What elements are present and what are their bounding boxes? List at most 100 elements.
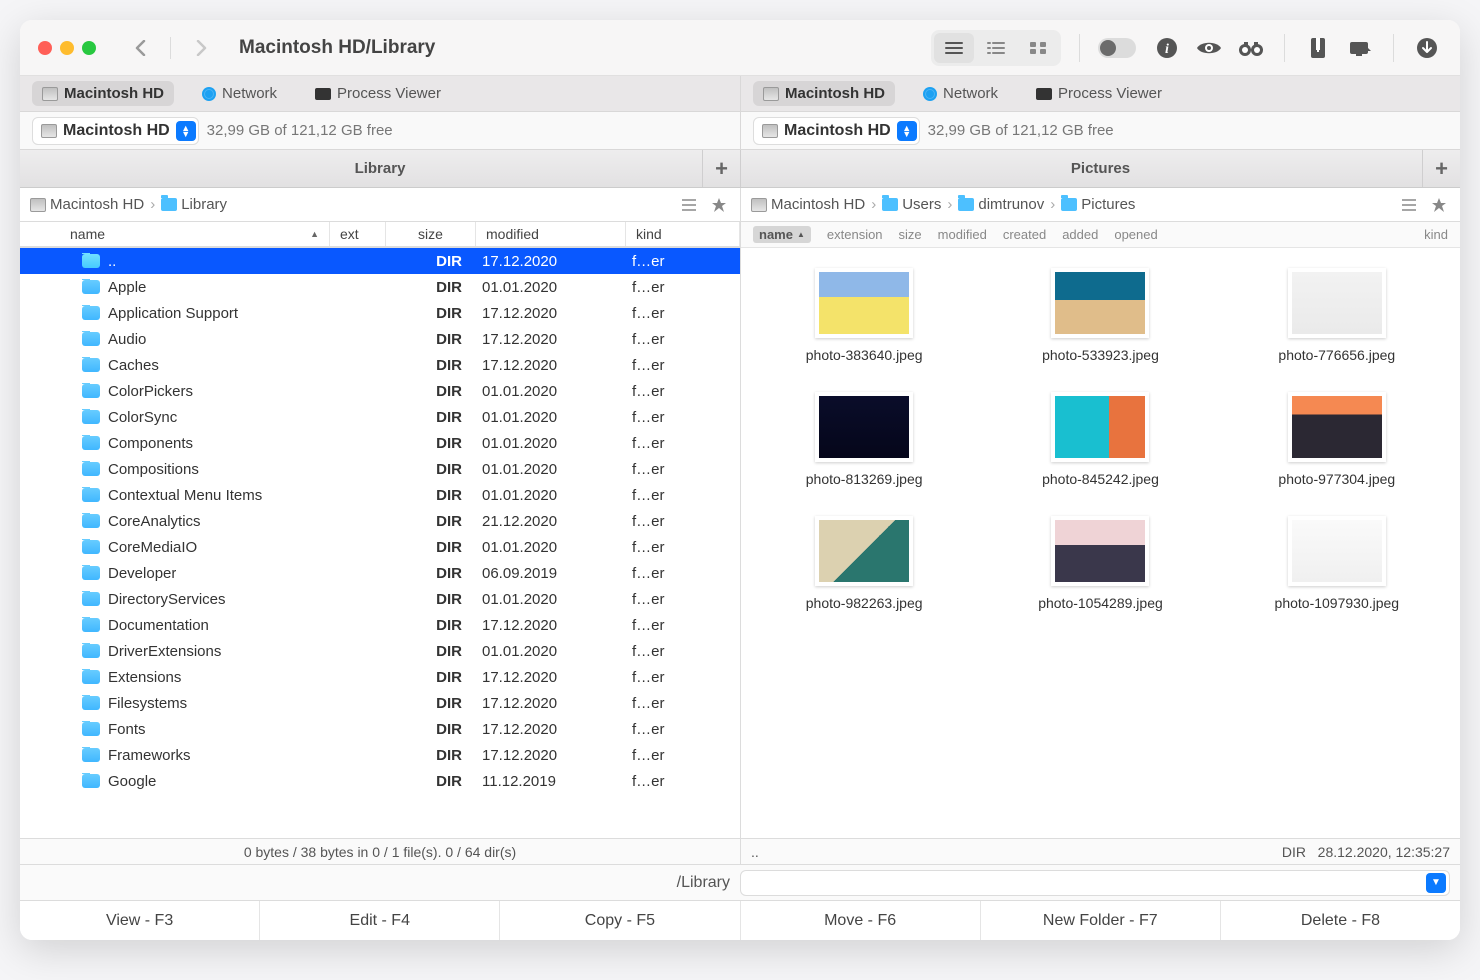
file-row[interactable]: CoreMediaIODIR01.01.2020f…er	[20, 534, 740, 560]
col-kind[interactable]: kind	[626, 222, 740, 246]
path-dropdown-button[interactable]: ▼	[1426, 873, 1446, 893]
list-mode-icon[interactable]	[678, 194, 700, 216]
folder-icon	[82, 670, 100, 684]
th-col-size[interactable]: size	[899, 227, 922, 242]
col-ext[interactable]: ext	[330, 222, 386, 246]
file-row[interactable]: GoogleDIR11.12.2019f…er	[20, 768, 740, 794]
th-col-extension[interactable]: extension	[827, 227, 883, 242]
breadcrumb-item[interactable]: Macintosh HD	[30, 196, 144, 213]
thumbnail-item[interactable]: photo-845242.jpeg	[987, 392, 1213, 488]
file-name: Audio	[108, 331, 146, 348]
list-mode-icon[interactable]	[1398, 194, 1420, 216]
th-col-created[interactable]: created	[1003, 227, 1046, 242]
path-input[interactable]	[740, 870, 1450, 896]
tab-process-viewer-right[interactable]: Process Viewer	[1026, 81, 1172, 106]
file-row[interactable]: DriverExtensionsDIR01.01.2020f…er	[20, 638, 740, 664]
breadcrumb-item[interactable]: Macintosh HD	[751, 196, 865, 213]
thumb-scroll[interactable]: photo-383640.jpegphoto-533923.jpegphoto-…	[741, 248, 1460, 838]
thumbnail-item[interactable]: photo-1054289.jpeg	[987, 516, 1213, 612]
toolbar-separator	[1284, 34, 1285, 62]
new-tab-right-button[interactable]: +	[1422, 150, 1460, 187]
view-list-button[interactable]	[934, 33, 974, 63]
tab-macintosh-hd-right[interactable]: Macintosh HD	[753, 81, 895, 106]
file-row[interactable]: ColorPickersDIR01.01.2020f…er	[20, 378, 740, 404]
folder-icon	[82, 566, 100, 580]
fn-edit[interactable]: Edit - F4	[260, 901, 500, 940]
thumbnail-item[interactable]: photo-776656.jpeg	[1224, 268, 1450, 364]
file-row[interactable]: ..DIR17.12.2020f…er	[20, 248, 740, 274]
forward-button[interactable]	[185, 32, 217, 64]
view-grid-button[interactable]	[1018, 33, 1058, 63]
zoom-window-button[interactable]	[82, 41, 96, 55]
tab-macintosh-hd-left[interactable]: Macintosh HD	[32, 81, 174, 106]
thumbnail-item[interactable]: photo-982263.jpeg	[751, 516, 977, 612]
breadcrumb-item[interactable]: Pictures	[1061, 196, 1135, 213]
fn-view[interactable]: View - F3	[20, 901, 260, 940]
back-button[interactable]	[124, 32, 156, 64]
file-row[interactable]: ColorSyncDIR01.01.2020f…er	[20, 404, 740, 430]
tab-process-viewer-left[interactable]: Process Viewer	[305, 81, 451, 106]
breadcrumb-item[interactable]: Library	[161, 196, 227, 213]
col-size[interactable]: size	[386, 222, 476, 246]
tabhead-left[interactable]: Library +	[20, 150, 740, 187]
share-icon[interactable]	[1345, 33, 1375, 63]
breadcrumb-item[interactable]: Users	[882, 196, 941, 213]
file-row[interactable]: DeveloperDIR06.09.2019f…er	[20, 560, 740, 586]
file-kind: f…er	[626, 279, 740, 296]
thumbnail-item[interactable]: photo-813269.jpeg	[751, 392, 977, 488]
drive-selector-left[interactable]: Macintosh HD ▲▼	[32, 117, 199, 145]
tab-network-right[interactable]: Network	[913, 81, 1008, 106]
th-col-kind[interactable]: kind	[1424, 227, 1448, 242]
close-window-button[interactable]	[38, 41, 52, 55]
file-name: Components	[108, 435, 193, 452]
thumbnail-item[interactable]: photo-1097930.jpeg	[1224, 516, 1450, 612]
drive-selector-right[interactable]: Macintosh HD ▲▼	[753, 117, 920, 145]
folder-icon	[82, 644, 100, 658]
file-row[interactable]: Application SupportDIR17.12.2020f…er	[20, 300, 740, 326]
new-tab-left-button[interactable]: +	[702, 150, 740, 187]
th-col-opened[interactable]: opened	[1114, 227, 1157, 242]
thumbnail-item[interactable]: photo-977304.jpeg	[1224, 392, 1450, 488]
info-icon[interactable]: i	[1152, 33, 1182, 63]
thumbnail-item[interactable]: photo-533923.jpeg	[987, 268, 1213, 364]
fn-move[interactable]: Move - F6	[741, 901, 981, 940]
drivebar-left: Macintosh HD ▲▼ 32,99 GB of 121,12 GB fr…	[20, 112, 740, 149]
file-row[interactable]: ComponentsDIR01.01.2020f…er	[20, 430, 740, 456]
col-name[interactable]: name ▲	[20, 222, 330, 246]
breadcrumb-item[interactable]: dimtrunov	[958, 196, 1044, 213]
favorite-icon[interactable]	[708, 194, 730, 216]
th-col-added[interactable]: added	[1062, 227, 1098, 242]
file-row[interactable]: FilesystemsDIR17.12.2020f…er	[20, 690, 740, 716]
download-icon[interactable]	[1412, 33, 1442, 63]
tabhead-label: Library	[355, 160, 406, 177]
file-row[interactable]: FontsDIR17.12.2020f…er	[20, 716, 740, 742]
file-list[interactable]: ..DIR17.12.2020f…erAppleDIR01.01.2020f…e…	[20, 248, 740, 838]
th-col-modified[interactable]: modified	[938, 227, 987, 242]
archive-icon[interactable]	[1303, 33, 1333, 63]
minimize-window-button[interactable]	[60, 41, 74, 55]
fn-newfolder[interactable]: New Folder - F7	[981, 901, 1221, 940]
file-row[interactable]: FrameworksDIR17.12.2020f…er	[20, 742, 740, 768]
th-col-name[interactable]: name ▲	[753, 226, 811, 243]
tabhead-right[interactable]: Pictures +	[740, 150, 1460, 187]
thumbnail-label: photo-813269.jpeg	[806, 470, 923, 488]
file-row[interactable]: CompositionsDIR01.01.2020f…er	[20, 456, 740, 482]
file-row[interactable]: CoreAnalyticsDIR21.12.2020f…er	[20, 508, 740, 534]
hidden-files-toggle[interactable]	[1098, 38, 1136, 58]
file-row[interactable]: ExtensionsDIR17.12.2020f…er	[20, 664, 740, 690]
file-row[interactable]: CachesDIR17.12.2020f…er	[20, 352, 740, 378]
file-row[interactable]: AppleDIR01.01.2020f…er	[20, 274, 740, 300]
fn-delete[interactable]: Delete - F8	[1221, 901, 1460, 940]
preview-icon[interactable]	[1194, 33, 1224, 63]
col-modified[interactable]: modified	[476, 222, 626, 246]
file-row[interactable]: Contextual Menu ItemsDIR01.01.2020f…er	[20, 482, 740, 508]
favorite-icon[interactable]	[1428, 194, 1450, 216]
thumbnail-item[interactable]: photo-383640.jpeg	[751, 268, 977, 364]
file-row[interactable]: AudioDIR17.12.2020f…er	[20, 326, 740, 352]
view-columns-button[interactable]	[976, 33, 1016, 63]
fn-copy[interactable]: Copy - F5	[500, 901, 740, 940]
tab-network-left[interactable]: Network	[192, 81, 287, 106]
file-row[interactable]: DirectoryServicesDIR01.01.2020f…er	[20, 586, 740, 612]
binoculars-icon[interactable]	[1236, 33, 1266, 63]
file-row[interactable]: DocumentationDIR17.12.2020f…er	[20, 612, 740, 638]
